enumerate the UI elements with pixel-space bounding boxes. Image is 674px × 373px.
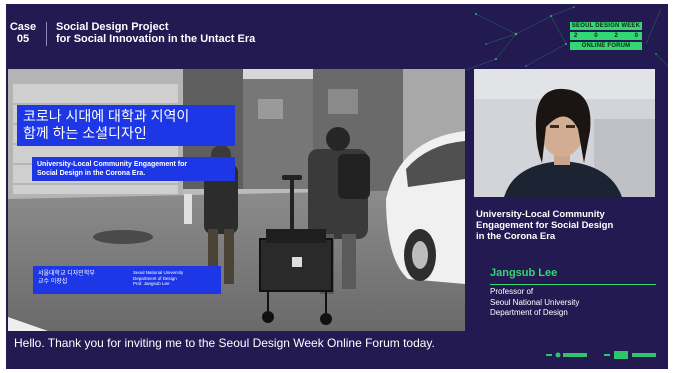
case-number: 05 [16, 33, 30, 45]
logo-year-digit: 2 [614, 33, 618, 39]
logo-year-digit: 0 [634, 33, 638, 39]
speaker-role-line1: Professor of [490, 287, 534, 296]
speaker-role: Professor of Seoul National University D… [490, 287, 579, 319]
slide-title-en-line1: University-Local Community Engagement fo… [37, 161, 188, 168]
header-divider [46, 22, 47, 46]
speaker-name: Jangsub Lee [490, 267, 558, 279]
slide-title-english: University-Local Community Engagement fo… [32, 157, 235, 181]
caption-korean: 서울대학교 디자인학부 교수 이장섭 [38, 270, 133, 290]
talk-title-line1: University-Local Community [476, 209, 605, 220]
slide-title-ko-line2: 함께 하는 소셜디자인 [23, 125, 147, 141]
talk-title-line2: Engagement for Social Design [476, 220, 614, 231]
slide-title-en-line2: Social Design in the Corona Era. [37, 170, 146, 177]
case-label: Case 05 [8, 21, 38, 45]
speaker-portrait [474, 69, 655, 197]
speaker-webcam [474, 69, 655, 197]
session-title-line2: for Social Innovation in the Untact Era [56, 33, 256, 45]
caption-en-line1: Seoul National University [133, 270, 184, 275]
slide-title-ko-line1: 코로나 시대에 대학과 지역이 [23, 108, 190, 124]
caption-en-line3: Prof. Jangsub Lee [133, 281, 170, 286]
session-title: Social Design Project for Social Innovat… [56, 21, 255, 45]
caption-ko-line2: 교수 이장섭 [38, 279, 68, 285]
caption-ko-line1: 서울대학교 디자인학부 [38, 271, 95, 277]
logo-year-digit: 0 [594, 33, 598, 39]
speaker-role-line3: Department of Design [490, 308, 568, 317]
session-title-line1: Social Design Project [56, 21, 169, 33]
speaker-role-line2: Seoul National University [490, 297, 580, 307]
caption-subtitle: Hello. Thank you for inviting me to the … [14, 336, 435, 350]
case-text: Case [9, 21, 37, 33]
caption-english: Seoul National University Department of … [133, 270, 183, 290]
logo-year: 2 0 2 0 [570, 32, 642, 40]
logo-line1: SEOUL DESIGN WEEK [570, 22, 642, 30]
seoul-design-week-logo: SEOUL DESIGN WEEK 2 0 2 0 ONLINE FORUM [570, 22, 642, 52]
slide-caption: 서울대학교 디자인학부 교수 이장섭 Seoul National Univer… [33, 266, 221, 294]
talk-title: University-Local Community Engagement fo… [476, 209, 656, 242]
talk-title-line3: in the Corona Era [476, 231, 556, 242]
speaker-divider [490, 284, 656, 285]
logo-year-digit: 2 [574, 33, 578, 39]
slide-title-korean: 코로나 시대에 대학과 지역이 함께 하는 소셜디자인 [17, 105, 235, 146]
sponsor-logos [546, 351, 656, 359]
logo-line3: ONLINE FORUM [570, 42, 642, 50]
